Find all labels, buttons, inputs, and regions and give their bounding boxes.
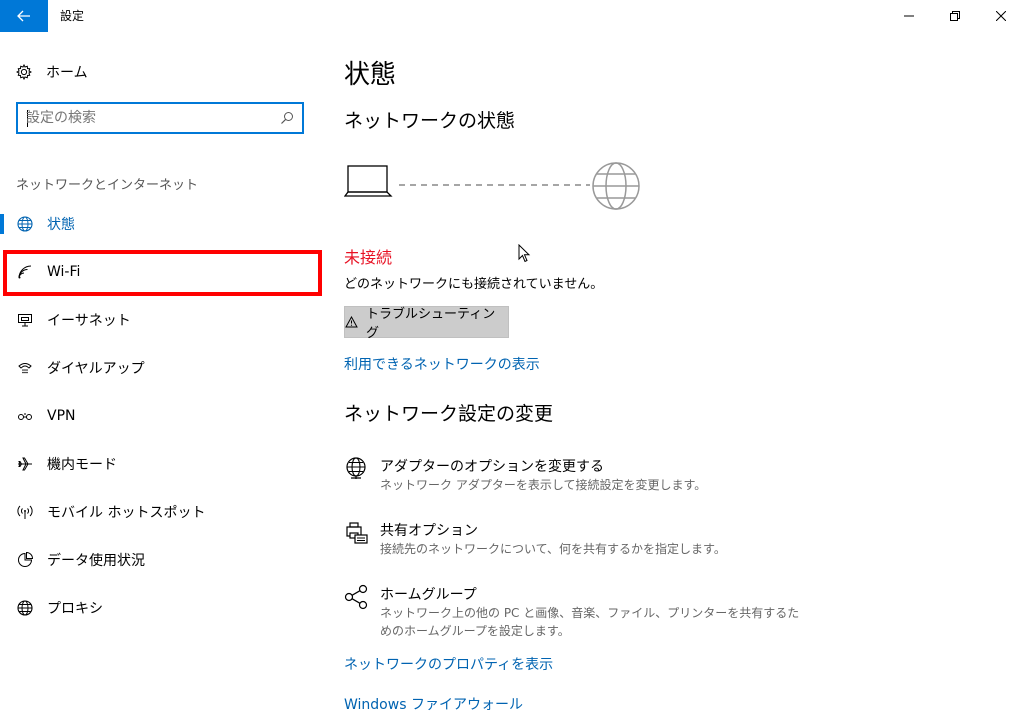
network-diagram (344, 162, 640, 210)
page-title: 状態 (344, 60, 397, 90)
homegroup-title: ホームグループ (380, 587, 477, 603)
gear-icon (16, 64, 32, 80)
sharing-printer-icon (344, 520, 370, 546)
network-properties-link[interactable]: ネットワークのプロパティを表示 (344, 654, 553, 674)
sidebar-item-label: ダイヤルアップ (47, 361, 145, 377)
sidebar-item-label: プロキシ (47, 601, 103, 617)
vpn-icon (16, 407, 34, 425)
sharing-options-title: 共有オプション (380, 523, 478, 539)
sidebar-item-label: モバイル ホットスポット (47, 505, 206, 521)
sidebar-item-label: イーサネット (47, 313, 131, 329)
dialup-icon (16, 359, 34, 377)
troubleshoot-button[interactable]: トラブルシューティング (344, 306, 509, 341)
sidebar-item-wifi[interactable]: Wi-Fi (0, 248, 330, 296)
internet-globe-icon (592, 162, 640, 210)
section-title: ネットワークとインターネット (16, 178, 199, 193)
airplane-icon (16, 455, 34, 473)
windows-firewall-link[interactable]: Windows ファイアウォール (344, 694, 523, 714)
restore-icon (950, 11, 960, 21)
adapter-options-title: アダプターのオプションを変更する (380, 459, 604, 475)
sidebar-item-dialup[interactable]: ダイヤルアップ (0, 344, 330, 392)
back-arrow-icon (17, 10, 30, 22)
home-label: ホーム (46, 65, 88, 81)
sidebar-item-label: VPN (47, 408, 76, 424)
search-icon[interactable] (280, 111, 294, 125)
settings-search-box[interactable] (16, 102, 304, 134)
sidebar-item-label: データ使用状況 (47, 553, 145, 569)
minimize-button[interactable] (886, 0, 932, 32)
sidebar-item-label: Wi-Fi (47, 264, 81, 280)
sidebar-item-hotspot[interactable]: モバイル ホットスポット (0, 488, 330, 536)
network-status-header: ネットワークの状態 (344, 110, 516, 132)
ethernet-icon (16, 311, 34, 329)
minimize-icon (904, 15, 914, 17)
sidebar-item-data-usage[interactable]: データ使用状況 (0, 536, 330, 584)
show-available-networks-link[interactable]: 利用できるネットワークの表示 (344, 354, 540, 374)
back-button[interactable] (0, 0, 48, 32)
hotspot-icon (16, 503, 34, 521)
change-settings-header: ネットワーク設定の変更 (344, 403, 554, 425)
nav-list: 状態 Wi-Fi イーサネット ダイヤルアップ VPN 機内モード モバイル ホ… (0, 200, 330, 632)
connection-status: 未接続 (344, 248, 393, 267)
globe-icon (16, 215, 34, 233)
search-input[interactable] (26, 109, 266, 127)
sidebar-item-airplane[interactable]: 機内モード (0, 440, 330, 488)
sidebar-item-proxy[interactable]: プロキシ (0, 584, 330, 632)
title-bar: 設定 (0, 0, 1020, 32)
sidebar-item-ethernet[interactable]: イーサネット (0, 296, 330, 344)
sidebar-item-label: 状態 (47, 217, 75, 233)
warning-icon (345, 316, 358, 328)
proxy-globe-icon (16, 599, 34, 617)
adapter-options-description: ネットワーク アダプターを表示して接続設定を変更します。 (380, 478, 707, 492)
homegroup-icon (344, 584, 370, 610)
active-indicator (0, 214, 4, 234)
sharing-options-description: 接続先のネットワークについて、何を共有するかを指定します。 (380, 542, 726, 556)
main-content: 状態 ネットワークの状態 未接続 どのネットワークにも接続されていません。 トラ… (344, 32, 1004, 727)
connection-description: どのネットワークにも接続されていません。 (344, 277, 604, 292)
window-title: 設定 (60, 9, 85, 23)
laptop-icon (344, 165, 393, 197)
restore-button[interactable] (932, 0, 978, 32)
sidebar-item-label: 機内モード (47, 457, 117, 473)
sidebar: ホーム ネットワークとインターネット 状態 (0, 32, 330, 727)
close-button[interactable] (978, 0, 1020, 32)
wifi-icon (16, 263, 34, 281)
troubleshoot-label: トラブルシューティング (365, 307, 496, 341)
data-usage-icon (16, 551, 34, 569)
homegroup-description: ネットワーク上の他の PC と画像、音楽、ファイル、プリンターを共有するためのホ… (380, 606, 800, 638)
mouse-cursor-icon (518, 244, 531, 263)
sidebar-item-vpn[interactable]: VPN (0, 392, 330, 440)
home-nav-item[interactable]: ホーム (16, 60, 88, 84)
close-icon (996, 11, 1006, 21)
sidebar-item-status[interactable]: 状態 (0, 200, 330, 248)
adapter-globe-icon (344, 456, 370, 482)
